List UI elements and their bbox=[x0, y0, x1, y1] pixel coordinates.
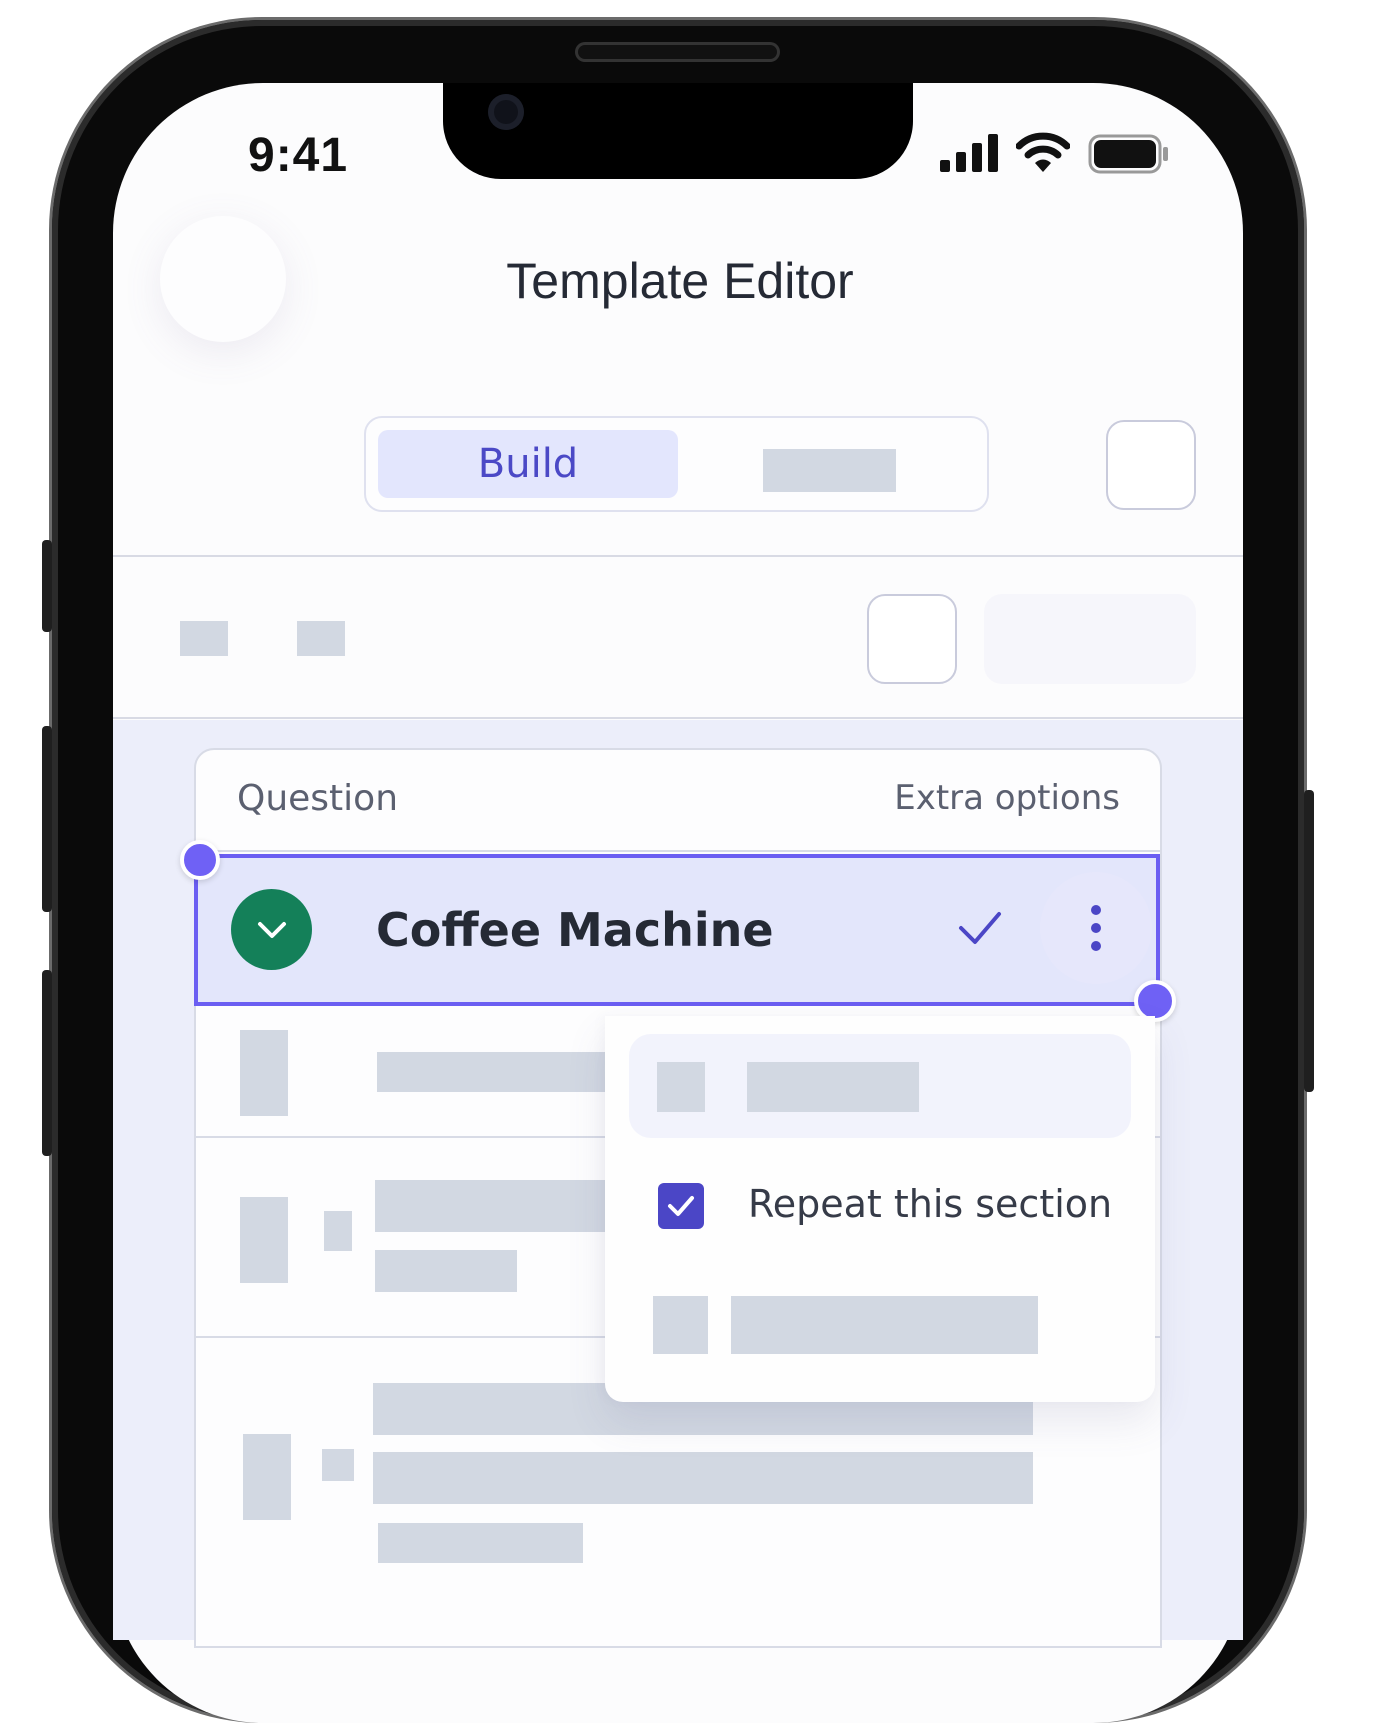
list-item-text bbox=[373, 1452, 1033, 1504]
toolbar-item[interactable] bbox=[180, 621, 228, 656]
section-title[interactable]: Coffee Machine bbox=[376, 903, 774, 957]
list-item-icon bbox=[324, 1211, 352, 1251]
chevron-down-icon bbox=[257, 921, 286, 938]
more-options-button[interactable] bbox=[1040, 872, 1152, 984]
toolbar-item[interactable] bbox=[297, 621, 345, 656]
list-item-icon bbox=[240, 1197, 288, 1283]
more-vertical-icon bbox=[1091, 905, 1101, 915]
repeat-section-label[interactable]: Repeat this section bbox=[748, 1182, 1112, 1226]
tab-build[interactable]: Build bbox=[378, 430, 678, 498]
toolbar-button[interactable] bbox=[867, 594, 957, 684]
menu-item-label[interactable] bbox=[731, 1296, 1038, 1354]
column-header-extra-options: Extra options bbox=[894, 778, 1120, 818]
wifi-icon bbox=[1016, 132, 1070, 172]
list-item-text bbox=[377, 1052, 607, 1092]
checkmark-icon bbox=[959, 912, 1001, 944]
list-item-text bbox=[378, 1523, 583, 1563]
signal-icon bbox=[940, 134, 998, 172]
selection-handle-top-left[interactable] bbox=[180, 840, 220, 880]
expand-toggle[interactable] bbox=[231, 889, 312, 970]
back-button[interactable] bbox=[160, 216, 286, 342]
menu-item-icon bbox=[657, 1062, 705, 1112]
more-vertical-icon-dot bbox=[1091, 923, 1101, 933]
camera-icon bbox=[488, 94, 524, 130]
speaker-grille bbox=[575, 42, 780, 62]
divider bbox=[113, 717, 1243, 719]
list-item-text bbox=[375, 1180, 607, 1232]
divider bbox=[113, 555, 1243, 557]
list-item-icon bbox=[322, 1449, 354, 1481]
status-time: 9:41 bbox=[248, 129, 349, 182]
repeat-section-checkbox[interactable] bbox=[658, 1183, 704, 1229]
battery-icon bbox=[1088, 134, 1168, 174]
checkmark-icon bbox=[668, 1196, 694, 1216]
list-item-icon bbox=[243, 1434, 291, 1520]
more-vertical-icon-dot bbox=[1091, 941, 1101, 951]
volume-down-button bbox=[42, 970, 52, 1156]
menu-item-icon bbox=[653, 1296, 708, 1354]
header-divider bbox=[196, 850, 1160, 852]
column-header-question: Question bbox=[237, 778, 399, 819]
page-title: Template Editor bbox=[506, 253, 854, 309]
volume-up-button bbox=[42, 726, 52, 912]
list-item-text bbox=[375, 1250, 517, 1292]
menu-item-label bbox=[747, 1062, 919, 1112]
power-button bbox=[1304, 790, 1314, 1092]
tab-secondary[interactable] bbox=[763, 449, 896, 492]
toolbar-pill-button[interactable] bbox=[984, 594, 1196, 684]
settings-button[interactable] bbox=[1106, 420, 1196, 510]
list-item-icon bbox=[240, 1030, 288, 1116]
mute-switch bbox=[42, 540, 52, 632]
